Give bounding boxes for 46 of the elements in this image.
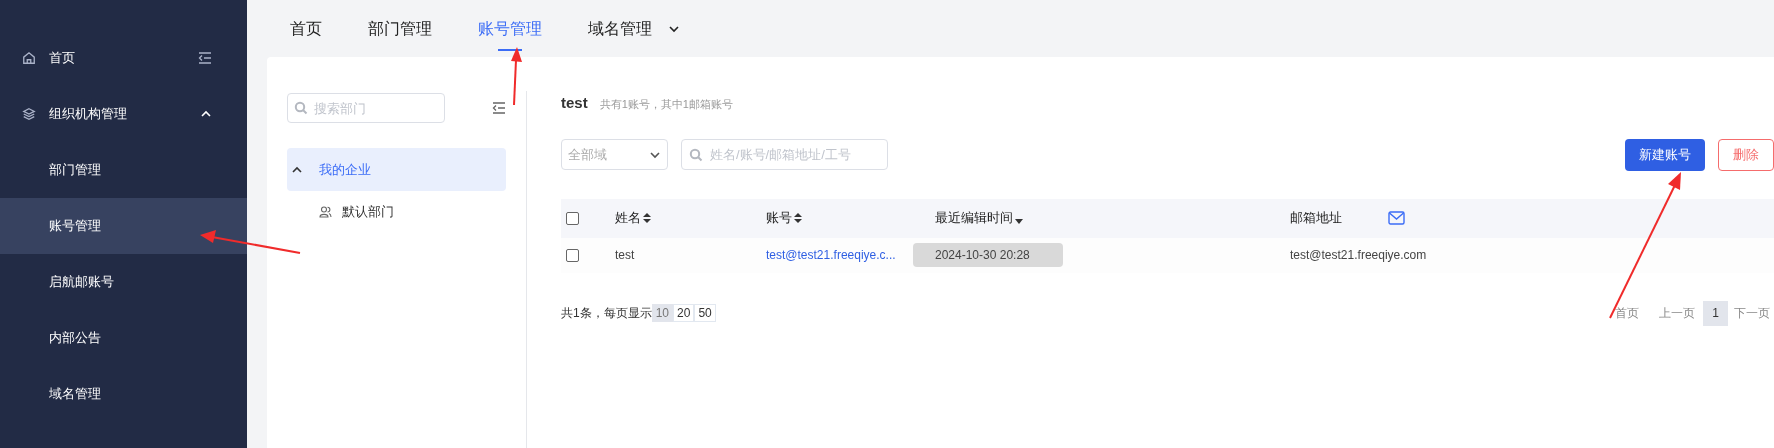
collapse-menu-icon[interactable]: [492, 101, 506, 115]
account-search-field[interactable]: 姓名/账号/邮箱地址/工号: [681, 139, 888, 170]
first-page-link[interactable]: 首页: [1615, 304, 1639, 322]
sidebar-item[interactable]: 首页: [0, 30, 247, 86]
page-size-option[interactable]: 10: [651, 304, 674, 322]
sidebar-item[interactable]: 内部公告: [0, 310, 247, 366]
collapse-menu-icon[interactable]: [198, 51, 212, 65]
table-cell-text: test@test21.freeqiye.com: [1290, 247, 1427, 264]
column-header: 账号: [766, 209, 792, 228]
column-header: 邮箱地址: [1290, 209, 1342, 228]
sort-icon[interactable]: [643, 212, 651, 224]
sidebar-item[interactable]: 域名管理: [0, 366, 247, 422]
table-cell-text: test: [615, 247, 635, 264]
sort-descending-icon[interactable]: [1015, 218, 1023, 224]
pagination-total: 共1条，每页显示: [561, 305, 652, 322]
new-account-button[interactable]: 新建账号: [1625, 138, 1705, 171]
page-size-option[interactable]: 50: [694, 304, 716, 322]
sidebar-item[interactable]: 部门管理: [0, 142, 247, 198]
next-page-link[interactable]: 下一页: [1734, 304, 1770, 322]
users-icon: [319, 206, 332, 218]
nav-tab[interactable]: 首页: [290, 10, 322, 47]
table-cell[interactable]: test@test21.freeqiye.c...: [766, 246, 896, 264]
home-icon: [22, 51, 36, 65]
nav-tab[interactable]: 域名管理: [588, 10, 652, 47]
layers-icon: [22, 107, 36, 121]
sidebar-item[interactable]: 账号管理: [0, 198, 247, 254]
search-icon: [689, 147, 703, 162]
account-summary: 共有1账号，其中1邮箱账号: [599, 97, 733, 112]
search-icon: [294, 101, 308, 115]
page-size-option[interactable]: 20: [673, 304, 695, 322]
tree-item[interactable]: 我的企业: [287, 148, 506, 191]
mail-icon[interactable]: [1388, 211, 1405, 225]
checkbox[interactable]: [566, 248, 579, 262]
annotation-arrow: [508, 46, 524, 108]
tree-item[interactable]: 默认部门: [287, 191, 506, 233]
checkbox[interactable]: [566, 211, 579, 225]
page-number[interactable]: 1: [1703, 300, 1728, 326]
column-header: 姓名: [615, 209, 641, 228]
sidebar-item[interactable]: 启航邮账号: [0, 254, 247, 310]
sidebar-item[interactable]: 组织机构管理: [0, 86, 247, 142]
sort-icon[interactable]: [794, 212, 802, 224]
column-header: 最近编辑时间: [935, 209, 1013, 228]
table-cell-text: 2024-10-30 20:28: [935, 247, 1030, 264]
account-title: test: [561, 93, 588, 113]
previous-page-link[interactable]: 上一页: [1659, 304, 1695, 322]
nav-tab[interactable]: 部门管理: [368, 10, 432, 47]
